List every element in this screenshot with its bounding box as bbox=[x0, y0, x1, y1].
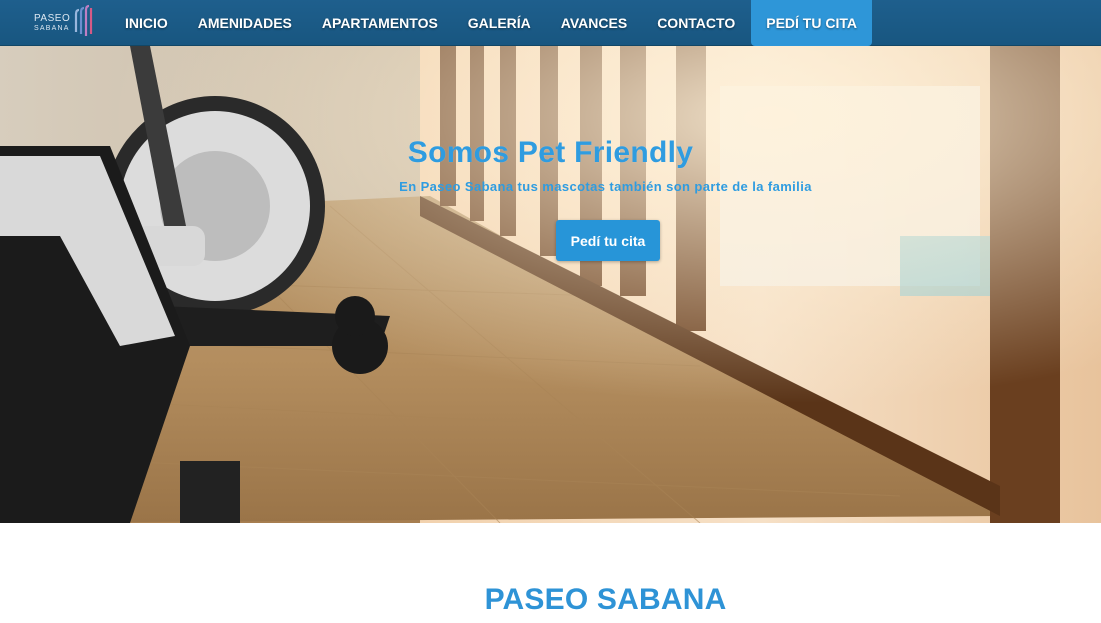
nav-galeria[interactable]: GALERÍA bbox=[453, 0, 546, 46]
hero-title: Somos Pet Friendly bbox=[407, 136, 694, 169]
gym-background-image bbox=[0, 46, 1101, 523]
nav-amenidades[interactable]: AMENIDADES bbox=[183, 0, 307, 46]
logo-line-2: SABANA bbox=[34, 25, 70, 32]
logo-wordmark: PASEO SABANA bbox=[34, 13, 71, 33]
section-title: PASEO SABANA bbox=[484, 583, 727, 616]
top-navbar: PASEO SABANA INICIO AMENIDADES APARTAMEN… bbox=[0, 0, 1101, 46]
hero-banner: Somos Pet Friendly En Paseo Sabana tus m… bbox=[0, 46, 1101, 523]
hero-subtitle: En Paseo Sabana tus mascotas también son… bbox=[399, 179, 812, 194]
nav-apartamentos[interactable]: APARTAMENTOS bbox=[307, 0, 453, 46]
pedi-tu-cita-button[interactable]: Pedí tu cita bbox=[556, 220, 660, 261]
nav-pedi-tu-cita-button[interactable]: PEDÍ TU CITA bbox=[751, 0, 872, 46]
nav-contacto[interactable]: CONTACTO bbox=[642, 0, 750, 46]
logo-stripes-icon bbox=[74, 4, 93, 36]
main-menu: INICIO AMENIDADES APARTAMENTOS GALERÍA A… bbox=[110, 0, 872, 46]
logo-line-1: PASEO bbox=[34, 13, 71, 24]
nav-inicio[interactable]: INICIO bbox=[110, 0, 183, 46]
paseo-sabana-logo[interactable]: PASEO SABANA bbox=[34, 4, 96, 38]
nav-avances[interactable]: AVANCES bbox=[546, 0, 642, 46]
